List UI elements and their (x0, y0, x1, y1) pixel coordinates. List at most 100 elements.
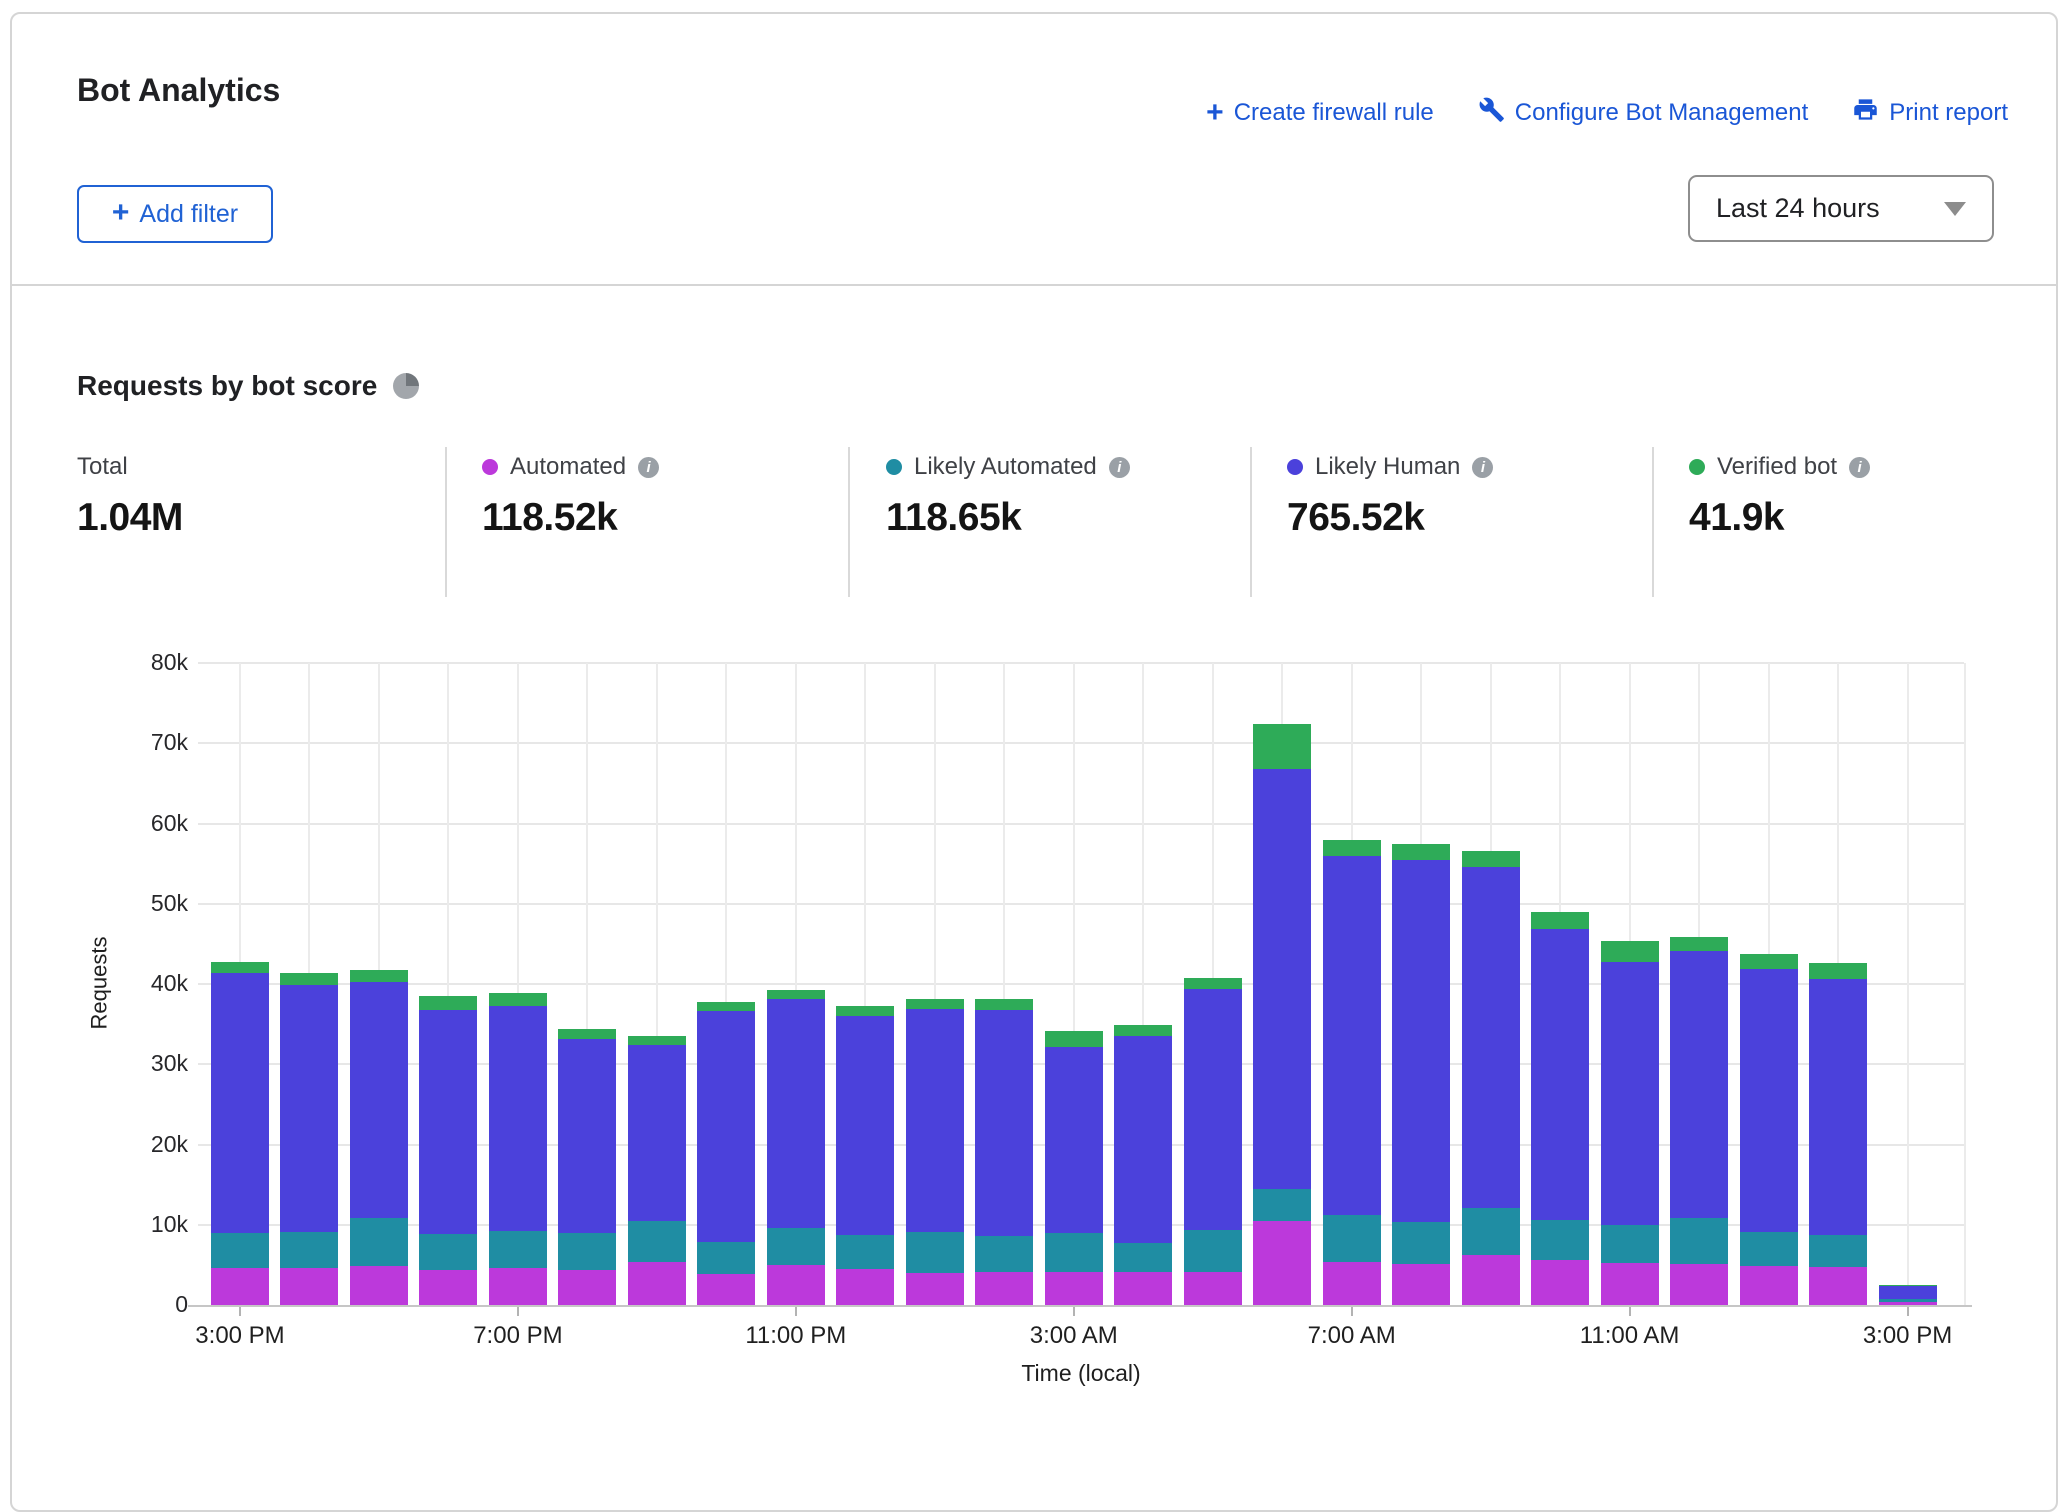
bar-segment-automated[interactable] (1740, 1266, 1798, 1305)
bar-hour[interactable] (1184, 978, 1242, 1305)
bar-segment-likely-automated[interactable] (1253, 1189, 1311, 1221)
bar-segment-verified-bot[interactable] (1879, 1285, 1937, 1286)
bar-hour[interactable] (628, 1036, 686, 1305)
bar-segment-likely-automated[interactable] (628, 1221, 686, 1262)
bar-segment-likely-human[interactable] (975, 1010, 1033, 1236)
bar-segment-automated[interactable] (350, 1266, 408, 1305)
add-filter-button[interactable]: + Add filter (77, 185, 273, 243)
time-range-select[interactable]: Last 24 hours (1688, 175, 1994, 242)
bar-hour[interactable] (280, 973, 338, 1305)
configure-bot-management-link[interactable]: Configure Bot Management (1478, 96, 1809, 130)
bar-segment-verified-bot[interactable] (628, 1036, 686, 1045)
bar-segment-likely-automated[interactable] (767, 1228, 825, 1265)
bar-hour[interactable] (419, 996, 477, 1305)
bar-segment-automated[interactable] (1114, 1272, 1172, 1305)
bar-segment-likely-human[interactable] (1323, 856, 1381, 1215)
bar-segment-automated[interactable] (558, 1270, 616, 1305)
bar-segment-automated[interactable] (489, 1268, 547, 1305)
bar-segment-likely-human[interactable] (1114, 1036, 1172, 1243)
bar-segment-verified-bot[interactable] (280, 973, 338, 985)
bar-segment-likely-human[interactable] (211, 973, 269, 1233)
bar-segment-likely-automated[interactable] (1045, 1233, 1103, 1273)
bar-segment-likely-automated[interactable] (1879, 1299, 1937, 1301)
bar-segment-likely-automated[interactable] (211, 1233, 269, 1268)
bar-hour[interactable] (697, 1002, 755, 1305)
bar-segment-likely-human[interactable] (1531, 929, 1589, 1220)
info-icon[interactable]: i (1472, 457, 1493, 478)
bar-segment-likely-human[interactable] (489, 1006, 547, 1232)
bar-segment-likely-human[interactable] (1601, 962, 1659, 1224)
bar-segment-verified-bot[interactable] (1184, 978, 1242, 988)
bar-segment-likely-automated[interactable] (906, 1232, 964, 1273)
bar-segment-automated[interactable] (280, 1268, 338, 1305)
bar-segment-automated[interactable] (1253, 1221, 1311, 1305)
bar-segment-likely-human[interactable] (1670, 951, 1728, 1217)
bar-segment-verified-bot[interactable] (558, 1029, 616, 1039)
bar-segment-likely-human[interactable] (1740, 969, 1798, 1232)
bar-segment-likely-automated[interactable] (1670, 1218, 1728, 1265)
bar-segment-likely-human[interactable] (697, 1011, 755, 1242)
bar-segment-likely-human[interactable] (1879, 1286, 1937, 1300)
bar-segment-likely-human[interactable] (628, 1045, 686, 1221)
bar-segment-verified-bot[interactable] (1462, 851, 1520, 867)
bar-segment-verified-bot[interactable] (1045, 1031, 1103, 1047)
bar-segment-likely-automated[interactable] (558, 1233, 616, 1271)
bar-segment-likely-automated[interactable] (1184, 1230, 1242, 1273)
bar-hour[interactable] (1809, 963, 1867, 1305)
bar-hour[interactable] (1045, 1031, 1103, 1305)
bar-hour[interactable] (1879, 1285, 1937, 1305)
bar-segment-likely-human[interactable] (1809, 979, 1867, 1235)
bar-segment-likely-automated[interactable] (975, 1236, 1033, 1272)
bar-segment-verified-bot[interactable] (489, 993, 547, 1006)
bar-segment-likely-automated[interactable] (697, 1242, 755, 1273)
bar-hour[interactable] (906, 999, 964, 1305)
bar-segment-likely-human[interactable] (280, 985, 338, 1232)
bar-segment-verified-bot[interactable] (697, 1002, 755, 1012)
bar-segment-likely-automated[interactable] (489, 1231, 547, 1268)
bar-segment-likely-automated[interactable] (1462, 1208, 1520, 1255)
bar-segment-likely-human[interactable] (558, 1039, 616, 1233)
bar-segment-likely-automated[interactable] (419, 1234, 477, 1270)
bar-segment-automated[interactable] (628, 1262, 686, 1305)
bar-hour[interactable] (211, 962, 269, 1305)
bar-segment-automated[interactable] (1045, 1272, 1103, 1305)
bar-segment-automated[interactable] (836, 1269, 894, 1305)
bar-hour[interactable] (489, 993, 547, 1305)
bar-segment-automated[interactable] (1392, 1264, 1450, 1305)
bar-segment-likely-human[interactable] (836, 1016, 894, 1235)
info-icon[interactable]: i (1109, 457, 1130, 478)
bar-segment-automated[interactable] (767, 1265, 825, 1305)
bar-hour[interactable] (767, 990, 825, 1305)
bar-segment-automated[interactable] (975, 1272, 1033, 1305)
bar-segment-automated[interactable] (1601, 1263, 1659, 1305)
bar-hour[interactable] (1323, 840, 1381, 1305)
bar-segment-automated[interactable] (697, 1274, 755, 1305)
bar-segment-verified-bot[interactable] (350, 970, 408, 983)
bar-hour[interactable] (1114, 1025, 1172, 1305)
bar-segment-likely-automated[interactable] (1601, 1225, 1659, 1264)
bar-segment-verified-bot[interactable] (1323, 840, 1381, 856)
bar-segment-verified-bot[interactable] (836, 1006, 894, 1016)
create-firewall-rule-link[interactable]: + Create firewall rule (1206, 99, 1434, 127)
bar-segment-likely-automated[interactable] (1809, 1235, 1867, 1268)
bar-segment-verified-bot[interactable] (767, 990, 825, 999)
bar-segment-verified-bot[interactable] (1670, 937, 1728, 951)
bar-segment-automated[interactable] (1323, 1262, 1381, 1305)
bar-segment-automated[interactable] (1670, 1264, 1728, 1305)
bar-segment-automated[interactable] (1184, 1272, 1242, 1305)
info-icon[interactable]: i (638, 457, 659, 478)
bar-segment-likely-automated[interactable] (1323, 1215, 1381, 1262)
bar-segment-verified-bot[interactable] (906, 999, 964, 1009)
bar-hour[interactable] (836, 1006, 894, 1305)
bar-segment-automated[interactable] (1531, 1260, 1589, 1305)
info-icon[interactable]: i (1849, 457, 1870, 478)
print-report-link[interactable]: Print report (1852, 96, 2008, 130)
bar-segment-verified-bot[interactable] (1531, 912, 1589, 930)
bar-segment-likely-automated[interactable] (1392, 1222, 1450, 1264)
bar-hour[interactable] (975, 999, 1033, 1305)
bar-hour[interactable] (1462, 851, 1520, 1305)
bar-segment-likely-human[interactable] (1184, 989, 1242, 1230)
bar-segment-likely-automated[interactable] (350, 1218, 408, 1266)
bar-segment-likely-human[interactable] (767, 999, 825, 1228)
bar-segment-verified-bot[interactable] (1809, 963, 1867, 979)
